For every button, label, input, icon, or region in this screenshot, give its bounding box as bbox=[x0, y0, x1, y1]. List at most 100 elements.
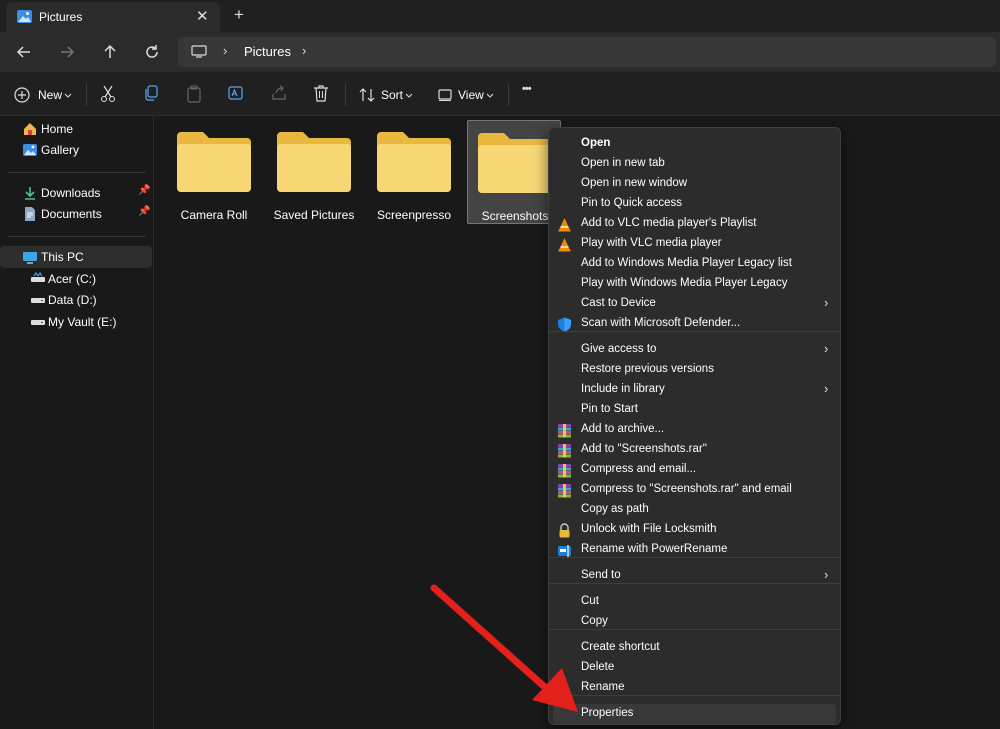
menu-item-label: Give access to bbox=[581, 343, 657, 355]
sidebar-item-downloads[interactable]: Downloads 📌 bbox=[0, 182, 152, 204]
plus-circle-icon bbox=[14, 87, 30, 103]
sidebar-item-documents[interactable]: Documents 📌 bbox=[0, 203, 152, 225]
menu-item-copy-as-path[interactable]: Copy as path bbox=[553, 500, 836, 520]
copy-icon[interactable] bbox=[143, 85, 161, 105]
view-button[interactable]: View bbox=[438, 85, 498, 105]
menu-item-include-in-library[interactable]: Include in library › bbox=[553, 380, 836, 400]
cut-icon[interactable] bbox=[100, 85, 118, 105]
menu-item-create-shortcut[interactable]: Create shortcut bbox=[553, 638, 836, 658]
menu-item-delete[interactable]: Delete bbox=[553, 658, 836, 678]
chevron-right-icon: › bbox=[824, 295, 829, 310]
forward-icon[interactable] bbox=[57, 42, 77, 62]
sidebar-item-label: My Vault (E:) bbox=[48, 315, 117, 329]
menu-item-play-with-windows-media-player-legacy[interactable]: Play with Windows Media Player Legacy bbox=[553, 274, 836, 294]
menu-item-send-to[interactable]: Send to › bbox=[553, 566, 836, 586]
chevron-right-icon: › bbox=[824, 567, 829, 582]
menu-item-open-in-new-window[interactable]: Open in new window bbox=[553, 174, 836, 194]
menu-item-add-to-windows-media-player-legacy-list[interactable]: Add to Windows Media Player Legacy list bbox=[553, 254, 836, 274]
vlc-icon bbox=[557, 237, 572, 252]
view-button-label: View bbox=[458, 88, 484, 102]
menu-item-label: Play with VLC media player bbox=[581, 237, 722, 249]
menu-item-label: Add to "Screenshots.rar" bbox=[581, 443, 707, 455]
menu-item-add-to-vlc-media-player-s-playlist[interactable]: Add to VLC media player's Playlist bbox=[553, 214, 836, 234]
breadcrumb-chevron-icon[interactable]: › bbox=[302, 43, 306, 58]
sidebar-item-data-d[interactable]: Data (D:) bbox=[0, 289, 152, 311]
menu-item-cast-to-device[interactable]: Cast to Device › bbox=[553, 294, 836, 314]
folder-saved-pictures[interactable]: Saved Pictures bbox=[267, 120, 361, 224]
menu-item-unlock-with-file-locksmith[interactable]: Unlock with File Locksmith bbox=[553, 520, 836, 540]
tab-pictures[interactable]: Pictures ✕ bbox=[6, 2, 220, 32]
delete-icon[interactable] bbox=[313, 85, 331, 105]
this-pc-icon bbox=[23, 252, 37, 264]
menu-item-label: Unlock with File Locksmith bbox=[581, 523, 717, 535]
up-icon[interactable] bbox=[100, 42, 120, 62]
folder-camera-roll[interactable]: Camera Roll bbox=[167, 120, 261, 224]
menu-item-copy[interactable]: Copy bbox=[553, 612, 836, 632]
more-options-icon[interactable]: ••• bbox=[522, 83, 540, 103]
breadcrumb-pictures[interactable]: Pictures bbox=[244, 44, 291, 59]
share-icon[interactable] bbox=[271, 85, 289, 105]
menu-item-label: Copy bbox=[581, 615, 608, 627]
menu-item-open-in-new-tab[interactable]: Open in new tab bbox=[553, 154, 836, 174]
drive-icon bbox=[31, 272, 45, 282]
menu-item-label: Open in new window bbox=[581, 177, 688, 189]
menu-item-cut[interactable]: Cut bbox=[553, 592, 836, 612]
rename-icon[interactable] bbox=[228, 85, 246, 105]
menu-item-compress-and-email[interactable]: Compress and email... bbox=[553, 460, 836, 480]
pictures-icon bbox=[17, 10, 32, 23]
pin-icon[interactable]: 📌 bbox=[138, 185, 150, 196]
gallery-icon bbox=[23, 144, 37, 156]
menu-item-pin-to-start[interactable]: Pin to Start bbox=[553, 400, 836, 420]
menu-item-pin-to-quick-access[interactable]: Pin to Quick access bbox=[553, 194, 836, 214]
sidebar-item-label: Documents bbox=[41, 207, 102, 221]
menu-item-label: Compress to "Screenshots.rar" and email bbox=[581, 483, 792, 495]
breadcrumb-chevron-icon[interactable]: › bbox=[223, 43, 227, 58]
sidebar-item-gallery[interactable]: Gallery bbox=[0, 139, 152, 161]
chevron-right-icon: › bbox=[824, 381, 829, 396]
paste-icon[interactable] bbox=[186, 85, 204, 105]
close-tab-icon[interactable]: ✕ bbox=[196, 7, 209, 25]
pin-icon[interactable]: 📌 bbox=[138, 206, 150, 217]
home-icon bbox=[24, 123, 36, 135]
sidebar-item-acer-c[interactable]: Acer (C:) bbox=[0, 268, 152, 290]
menu-item-label: Add to Windows Media Player Legacy list bbox=[581, 257, 792, 269]
chevron-down-icon bbox=[405, 93, 413, 98]
address-bar[interactable]: › Pictures › bbox=[178, 37, 996, 67]
sidebar-item-my-vault-e[interactable]: My Vault (E:) bbox=[0, 311, 152, 333]
menu-item-scan-with-microsoft-defender[interactable]: Scan with Microsoft Defender... bbox=[553, 314, 836, 334]
menu-item-add-to-screenshots-rar[interactable]: Add to "Screenshots.rar" bbox=[553, 440, 836, 460]
winrar-icon bbox=[557, 463, 572, 478]
back-icon[interactable] bbox=[14, 42, 34, 62]
menu-item-restore-previous-versions[interactable]: Restore previous versions bbox=[553, 360, 836, 380]
sidebar-item-this-pc[interactable]: This PC bbox=[0, 246, 152, 268]
menu-item-play-with-vlc-media-player[interactable]: Play with VLC media player bbox=[553, 234, 836, 254]
menu-item-label: Copy as path bbox=[581, 503, 649, 515]
menu-item-compress-to-screenshots-rar-and-email[interactable]: Compress to "Screenshots.rar" and email bbox=[553, 480, 836, 500]
refresh-icon[interactable] bbox=[142, 42, 162, 62]
folder-screenpresso[interactable]: Screenpresso bbox=[367, 120, 461, 224]
menu-item-properties[interactable]: Properties bbox=[553, 704, 836, 724]
winrar-icon bbox=[557, 483, 572, 498]
new-button[interactable]: New bbox=[14, 85, 72, 105]
new-tab-icon[interactable]: + bbox=[234, 5, 244, 25]
computer-icon bbox=[191, 45, 207, 58]
menu-item-label: Open bbox=[581, 137, 611, 149]
menu-item-rename[interactable]: Rename bbox=[553, 678, 836, 698]
sort-button[interactable]: Sort bbox=[359, 85, 415, 105]
menu-item-label: Add to VLC media player's Playlist bbox=[581, 217, 757, 229]
winrar-icon bbox=[557, 443, 572, 458]
chevron-right-icon: › bbox=[824, 341, 829, 356]
folder-icon bbox=[277, 132, 351, 192]
folder-icon bbox=[177, 132, 251, 192]
menu-item-give-access-to[interactable]: Give access to › bbox=[553, 340, 836, 360]
menu-item-label: Rename bbox=[581, 681, 625, 693]
navigation-bar: › Pictures › bbox=[0, 32, 1000, 72]
navigation-pane: Home Gallery Downloads 📌 Documents 📌 Thi… bbox=[0, 116, 154, 729]
menu-item-rename-with-powerrename[interactable]: Rename with PowerRename bbox=[553, 540, 836, 560]
sidebar-item-home[interactable]: Home bbox=[0, 118, 152, 140]
menu-item-label: Add to archive... bbox=[581, 423, 665, 435]
menu-item-open[interactable]: Open bbox=[553, 134, 836, 154]
folder-screenshots[interactable]: Screenshots bbox=[467, 120, 561, 224]
menu-item-add-to-archive[interactable]: Add to archive... bbox=[553, 420, 836, 440]
folder-icon bbox=[478, 133, 552, 193]
